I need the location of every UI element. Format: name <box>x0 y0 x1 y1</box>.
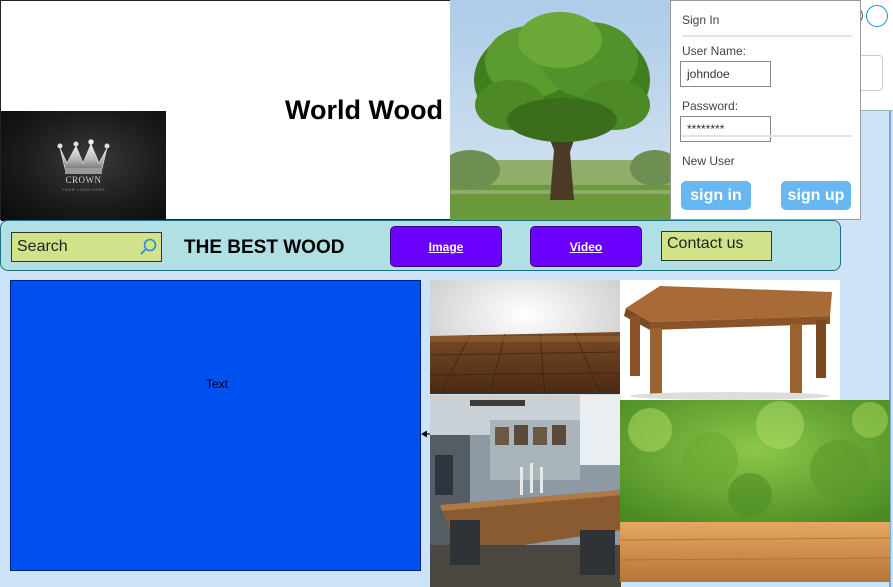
search-placeholder: Search <box>17 238 68 255</box>
signin-separator <box>682 35 852 37</box>
new-user-label: New User <box>682 154 735 168</box>
text-block: Text <box>10 280 421 571</box>
tagline: THE BEST WOOD <box>184 237 345 258</box>
header-banner: World Wood CROWN YOUR LOGO HERE <box>0 0 452 221</box>
image-button[interactable]: Image <box>390 226 502 267</box>
signin-button[interactable]: sign in <box>681 181 751 210</box>
logo-subtext: YOUR LOGO HERE <box>61 187 106 192</box>
username-label: User Name: <box>682 44 747 58</box>
tree-photo <box>450 0 672 220</box>
wood-floor-photo <box>430 280 621 394</box>
crown-logo: CROWN YOUR LOGO HERE <box>1 111 166 221</box>
password-field[interactable]: ******** <box>680 116 771 142</box>
search-icon[interactable] <box>139 237 159 257</box>
video-button[interactable]: Video <box>530 226 642 267</box>
search-input[interactable]: Search <box>11 232 162 262</box>
signin-title: Sign In <box>682 13 720 27</box>
leaves-wood-photo <box>620 400 890 582</box>
contact-button[interactable]: Contact us <box>661 231 772 261</box>
password-label: Password: <box>682 99 739 113</box>
logo-text: CROWN <box>65 175 102 185</box>
crown-icon <box>57 139 110 174</box>
nav-bar: Search THE BEST WOOD Image Video Contact… <box>0 220 841 271</box>
site-title: World Wood <box>285 95 443 125</box>
signin-panel: Sign In User Name: johndoe Password: ***… <box>670 0 861 220</box>
circle-icon <box>866 5 888 27</box>
signup-button[interactable]: sign up <box>781 181 851 210</box>
page-canvas: World Wood CROWN YOUR LOGO HERE Sign In … <box>0 0 893 587</box>
text-block-label: Text <box>206 377 229 391</box>
dining-room-photo <box>430 395 621 587</box>
background-input <box>861 55 883 91</box>
username-field[interactable]: johndoe <box>680 61 771 87</box>
table-photo <box>620 280 840 400</box>
signin-separator-bottom <box>682 135 852 137</box>
